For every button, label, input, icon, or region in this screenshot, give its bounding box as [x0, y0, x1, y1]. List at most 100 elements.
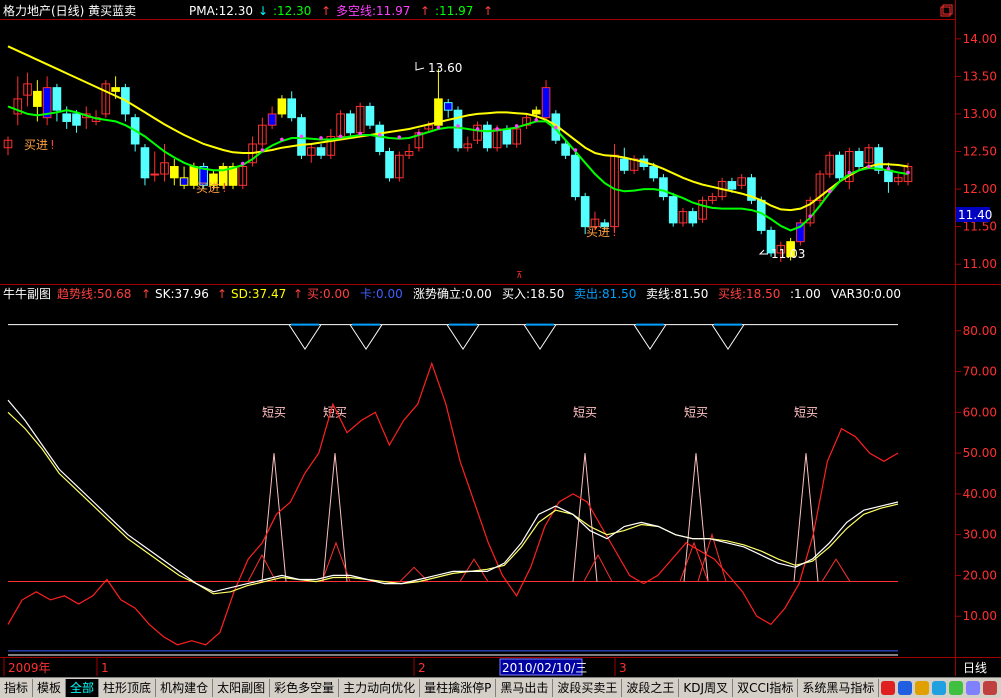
short-buy-label: 短买 [573, 405, 597, 419]
candle-body [150, 173, 160, 176]
candle-body [277, 98, 287, 115]
indicator-tab[interactable]: 模板 [33, 679, 67, 697]
punctuation-icon[interactable] [932, 681, 946, 695]
candle-body [727, 181, 737, 190]
buy-triangle [583, 553, 613, 582]
price-tick-label: 13.00 [963, 107, 997, 121]
system-tray [881, 681, 1001, 695]
main-legend-item: PMA:12.30 [189, 4, 253, 18]
candle-body [502, 128, 512, 145]
sub-legend-item: :1.00 [790, 287, 821, 301]
tools-icon[interactable] [983, 681, 997, 695]
indicator-tab[interactable]: 太阳副图 [213, 679, 271, 697]
candlestick-series [3, 68, 913, 262]
short-buy-label: 短买 [794, 405, 818, 419]
language-icon[interactable] [898, 681, 912, 695]
main-legend: PMA:12.30 ↓:12.30 ↑ 多空线:11.97 ↑:11.97 ↑ [189, 4, 493, 18]
indicator-tab[interactable]: 机构建仓 [156, 679, 214, 697]
sogou-icon[interactable] [881, 681, 895, 695]
main-legend-item: ↑ [321, 4, 331, 18]
trend-dot [514, 124, 519, 128]
trend-dot [436, 125, 441, 130]
price-tick-label: 12.50 [963, 145, 997, 159]
candle-body [835, 154, 844, 179]
sell-v-marker [349, 324, 383, 351]
sub-legend-item: ↑ [293, 287, 303, 301]
trend-dot [554, 125, 558, 130]
price-tick-label: 11.00 [963, 257, 997, 271]
indicator-lines: 短买 短买 短买 短买 短买 [7, 323, 899, 656]
scroll-marker: ⊼ [516, 271, 523, 281]
time-label-year: 2009年 [8, 661, 51, 675]
candle-body [52, 87, 62, 111]
low-price-label: 11.03 [771, 247, 805, 261]
candle-body [33, 90, 42, 107]
buy-triangle [821, 558, 851, 582]
sell-v-marker [523, 324, 557, 351]
short-buy-label: 短买 [684, 405, 708, 419]
indicator-tab[interactable]: 双CCI指标 [733, 679, 799, 697]
main-legend-item: ↑ [420, 4, 430, 18]
indicator-tab[interactable]: 波段之王 [622, 679, 680, 697]
time-label-month: 1 [101, 661, 109, 675]
user-icon[interactable] [966, 681, 980, 695]
high-marker [415, 62, 425, 71]
candle-body [111, 87, 120, 92]
trend-dot [867, 164, 871, 169]
indicator-tab[interactable]: 彩色多空量 [270, 679, 340, 697]
trend-dot [280, 137, 284, 142]
candle-body [385, 151, 394, 179]
indicator-tab[interactable]: 系统黑马指标 [798, 679, 880, 697]
buy-triangle [399, 566, 429, 582]
trend-dot [808, 214, 812, 218]
restore-icon[interactable] [940, 4, 953, 17]
sub-legend-item: 卖线:81.50 [646, 287, 708, 301]
main-legend-item: :12.30 [273, 4, 311, 18]
candle-body [267, 113, 277, 126]
chart-frame [0, 0, 1001, 676]
candle-body [140, 147, 150, 179]
sub-legend-item: 买线:18.50 [718, 287, 780, 301]
trend-dot [417, 131, 421, 136]
trend-dot [886, 166, 891, 171]
crosshair-date: 2010/02/10/三 [502, 661, 587, 675]
candle-body [541, 87, 551, 119]
main-legend-item: 多空线:11.97 [336, 4, 410, 18]
trend-dot [338, 134, 343, 139]
indicator-tab[interactable]: 全部 [66, 679, 100, 697]
stock-chart-canvas[interactable]: 格力地产(日线) 黄买蓝卖 PMA:12.30 ↓:12.30 ↑ 多空线:11.97… [0, 0, 1001, 697]
sell-v-marker [711, 324, 745, 351]
candle-body [580, 196, 590, 228]
keyboard-icon[interactable] [949, 681, 963, 695]
sub-legend-item: 买入:18.50 [502, 287, 564, 301]
candle-body [668, 196, 678, 224]
candle-body [884, 169, 893, 183]
sub-legend: 牛牛副图 趋势线:50.68 ↑ SK:37.96 ↑ SD:37.47 ↑ 买:0.00 卡:… [3, 286, 901, 301]
indicator-tab[interactable]: 量柱擒涨停P [420, 679, 497, 697]
time-label-month: 2 [418, 661, 426, 675]
indicator-tab-bar: 指标 模板 全部 柱形顶底 机构建仓 太阳副图 彩色多空量 主力动向优化 量柱擒涨停P 黑马出击波… [0, 677, 1001, 698]
sell-v-marker [633, 324, 667, 351]
indicator-tab[interactable]: 主力动向优化 [339, 679, 421, 697]
time-label-month: 3 [619, 661, 627, 675]
candle-body [854, 151, 864, 168]
indicator-tab[interactable]: 指标 [0, 679, 34, 697]
sub-legend-item: 牛牛副图 [3, 286, 51, 301]
moon-icon[interactable] [915, 681, 929, 695]
short-buy-spike [683, 453, 709, 582]
indicator-tab[interactable]: 波段买卖王 [553, 679, 623, 697]
trend-dot [319, 136, 323, 140]
sub-legend-item: VAR30:0.00 [831, 287, 901, 301]
price-axis: 14.0013.5013.0012.5012.0011.5011.00 [955, 32, 997, 271]
indicator-tab[interactable]: KDJ周叉 [679, 679, 734, 697]
indicator-tab[interactable]: 黑马出击 [496, 679, 554, 697]
sub-legend-item: 卡:0.00 [360, 287, 403, 301]
buy-signal-mark: ! [612, 225, 617, 239]
sd-line [7, 411, 899, 595]
indicator-tab[interactable]: 柱形顶底 [99, 679, 157, 697]
candle-body [375, 124, 385, 152]
buy-signal-mark: ! [50, 138, 55, 152]
buy-signal-label: 买进 [24, 138, 48, 152]
trend-dot [456, 124, 460, 128]
candle-body [453, 109, 463, 149]
